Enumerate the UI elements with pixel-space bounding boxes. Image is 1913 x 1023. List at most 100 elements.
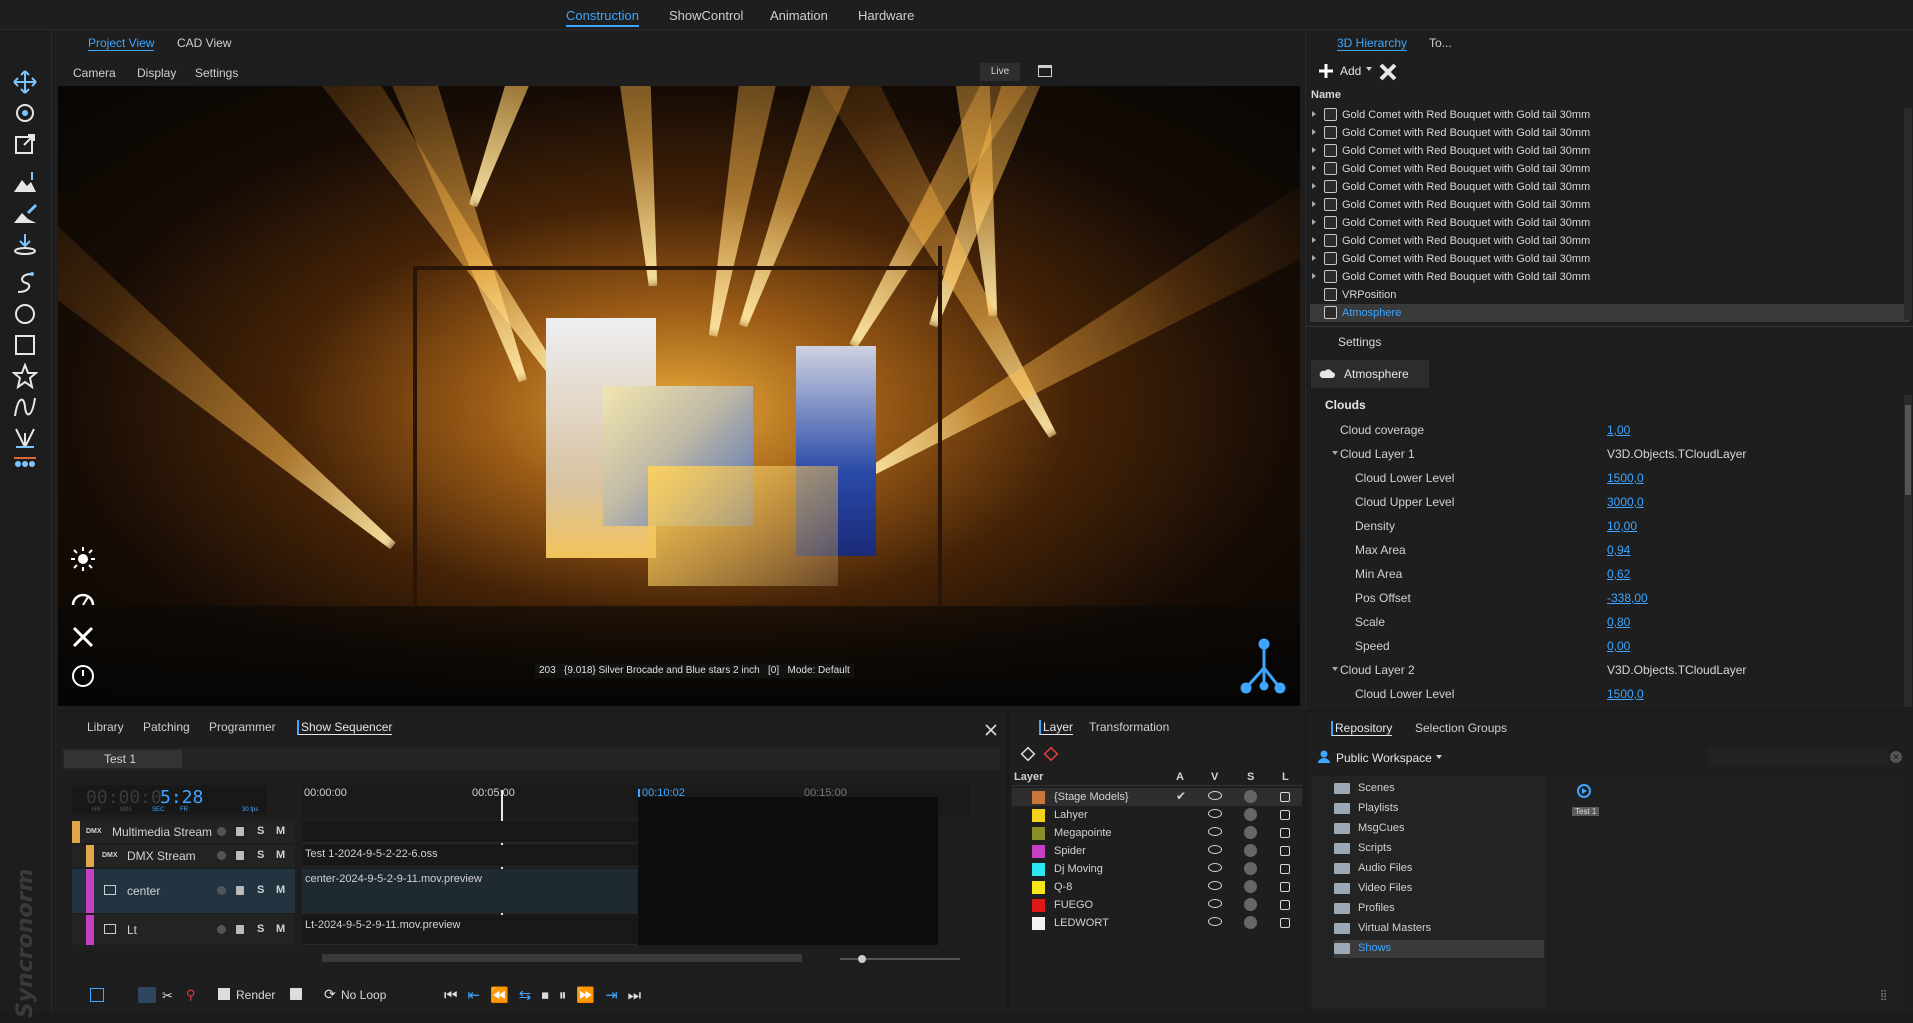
step-icon[interactable]: ⇆: [519, 987, 542, 1004]
hierarchy-row[interactable]: Gold Comet with Red Bouquet with Gold ta…: [1310, 178, 1910, 196]
speed-gauge-icon[interactable]: [70, 586, 96, 612]
tab-animation[interactable]: Animation: [770, 8, 828, 23]
visibility-eye-icon[interactable]: [1208, 899, 1222, 908]
expand-arrow-icon[interactable]: [1312, 147, 1316, 153]
tab-transformation[interactable]: Transformation: [1089, 720, 1169, 734]
record-icon[interactable]: [217, 925, 226, 934]
layer-row[interactable]: Q-8: [1012, 878, 1302, 896]
track-lane[interactable]: center-2024-9-5-2-9-11.mov.preview: [302, 869, 638, 913]
hierarchy-row[interactable]: Gold Comet with Red Bouquet with Gold ta…: [1310, 268, 1910, 286]
circle-shape-icon[interactable]: [12, 301, 38, 327]
show-file-label[interactable]: Test 1: [1572, 807, 1600, 816]
solo-icon[interactable]: [1244, 862, 1257, 875]
setting-value[interactable]: 1500,0: [1607, 687, 1644, 701]
layer-color-swatch[interactable]: [1032, 809, 1045, 822]
layer-color-swatch[interactable]: [1032, 827, 1045, 840]
sun-icon[interactable]: [70, 546, 96, 572]
loop-mode-select[interactable]: No Loop: [341, 988, 386, 1002]
tab-construction[interactable]: Construction: [566, 8, 639, 27]
snap-icon[interactable]: [138, 987, 156, 1003]
layer-row[interactable]: FUEGO: [1012, 896, 1302, 914]
folder-item[interactable]: Video Files: [1334, 880, 1534, 898]
rotate-icon[interactable]: [12, 100, 38, 126]
expand-arrow-icon[interactable]: [1312, 219, 1316, 225]
layer-row[interactable]: LEDWORT: [1012, 914, 1302, 932]
expand-arrow-icon[interactable]: [1312, 273, 1316, 279]
setting-value[interactable]: 0,80: [1607, 615, 1630, 629]
lock-icon[interactable]: [236, 827, 244, 836]
tab-programmer[interactable]: Programmer: [209, 720, 276, 734]
setting-value[interactable]: 0,94: [1607, 543, 1630, 557]
curve-shape-icon[interactable]: [12, 394, 38, 420]
solo-icon[interactable]: [1244, 844, 1257, 857]
star-shape-icon[interactable]: [11, 362, 39, 390]
hierarchy-row[interactable]: Gold Comet with Red Bouquet with Gold ta…: [1310, 124, 1910, 142]
chevron-down-icon[interactable]: [1436, 755, 1442, 759]
record-icon[interactable]: [217, 827, 226, 836]
menu-camera[interactable]: Camera: [73, 66, 116, 80]
render-icon[interactable]: [218, 988, 230, 1000]
save-icon[interactable]: [290, 988, 302, 1000]
live-button[interactable]: Live: [980, 63, 1020, 81]
setting-value[interactable]: 0,62: [1607, 567, 1630, 581]
solo-button[interactable]: S: [257, 884, 264, 896]
menu-settings[interactable]: Settings: [195, 66, 238, 80]
setting-value[interactable]: -338,00: [1607, 591, 1648, 605]
track-header[interactable]: Lt S M: [72, 915, 295, 945]
path-icon[interactable]: [12, 270, 38, 296]
lock-icon[interactable]: [1280, 900, 1290, 910]
cut-icon[interactable]: ✂: [162, 988, 173, 1004]
folder-item[interactable]: Profiles: [1334, 900, 1534, 918]
hierarchy-row[interactable]: Gold Comet with Red Bouquet with Gold ta…: [1310, 142, 1910, 160]
tab-hardware[interactable]: Hardware: [858, 8, 914, 23]
setting-value[interactable]: V3D.Objects.TCloudLayer: [1607, 663, 1746, 677]
lock-icon[interactable]: [1280, 918, 1290, 928]
layer-row[interactable]: Lahyer: [1012, 806, 1302, 824]
lock-icon[interactable]: [236, 851, 244, 860]
hierarchy-row[interactable]: Gold Comet with Red Bouquet with Gold ta…: [1310, 160, 1910, 178]
hierarchy-row[interactable]: Gold Comet with Red Bouquet with Gold ta…: [1310, 214, 1910, 232]
solo-icon[interactable]: [1244, 826, 1257, 839]
layer-row[interactable]: Spider: [1012, 842, 1302, 860]
layer-color-swatch[interactable]: [1032, 863, 1045, 876]
visibility-eye-icon[interactable]: [1208, 809, 1222, 818]
clip-label[interactable]: Test 1-2024-9-5-2-22-6.oss: [305, 848, 438, 860]
solo-icon[interactable]: [1244, 808, 1257, 821]
expand-arrow-icon[interactable]: [1312, 165, 1316, 171]
rewind-icon[interactable]: ⏪: [490, 987, 519, 1004]
lock-icon[interactable]: [1280, 810, 1290, 820]
solo-icon[interactable]: [1244, 880, 1257, 893]
hierarchy-row[interactable]: VRPosition: [1310, 286, 1910, 304]
delete-icon[interactable]: [1379, 63, 1397, 81]
move-icon[interactable]: [12, 69, 38, 95]
visibility-eye-icon[interactable]: [1208, 881, 1222, 890]
mute-button[interactable]: M: [276, 923, 285, 935]
hierarchy-row[interactable]: Gold Comet with Red Bouquet with Gold ta…: [1310, 106, 1910, 124]
show-tab-test1[interactable]: Test 1: [64, 750, 182, 768]
loop-icon[interactable]: ⟳: [324, 986, 336, 1003]
lock-icon[interactable]: [236, 925, 244, 934]
track-header[interactable]: DMX DMX Stream S M: [72, 845, 295, 867]
tab-project-view[interactable]: Project View: [88, 36, 155, 51]
collapse-arrow-icon[interactable]: [1332, 451, 1338, 455]
go-start-icon[interactable]: ⏮: [444, 987, 468, 1004]
layer-row[interactable]: {Stage Models} ✔: [1012, 788, 1302, 806]
hierarchy-row[interactable]: Atmosphere: [1310, 304, 1910, 322]
expand-arrow-icon[interactable]: [1312, 201, 1316, 207]
lock-icon[interactable]: [1280, 792, 1290, 802]
expand-arrow-icon[interactable]: [1312, 255, 1316, 261]
folder-item[interactable]: Scripts: [1334, 840, 1534, 858]
lock-icon[interactable]: [1280, 846, 1290, 856]
record-icon[interactable]: [217, 886, 226, 895]
hierarchy-row[interactable]: Gold Comet with Red Bouquet with Gold ta…: [1310, 232, 1910, 250]
tab-patching[interactable]: Patching: [143, 720, 190, 734]
array-icon[interactable]: [12, 450, 38, 476]
hierarchy-row[interactable]: Gold Comet with Red Bouquet with Gold ta…: [1310, 196, 1910, 214]
clear-search-icon[interactable]: ✕: [1890, 751, 1902, 763]
setting-value[interactable]: 1500,0: [1607, 471, 1644, 485]
solo-icon[interactable]: [1244, 790, 1257, 803]
track-lane[interactable]: Test 1-2024-9-5-2-22-6.oss: [302, 845, 638, 867]
fast-forward-icon[interactable]: ⏩: [576, 987, 605, 1004]
mute-button[interactable]: M: [276, 825, 285, 837]
go-end-icon[interactable]: ⏭: [628, 987, 652, 1004]
